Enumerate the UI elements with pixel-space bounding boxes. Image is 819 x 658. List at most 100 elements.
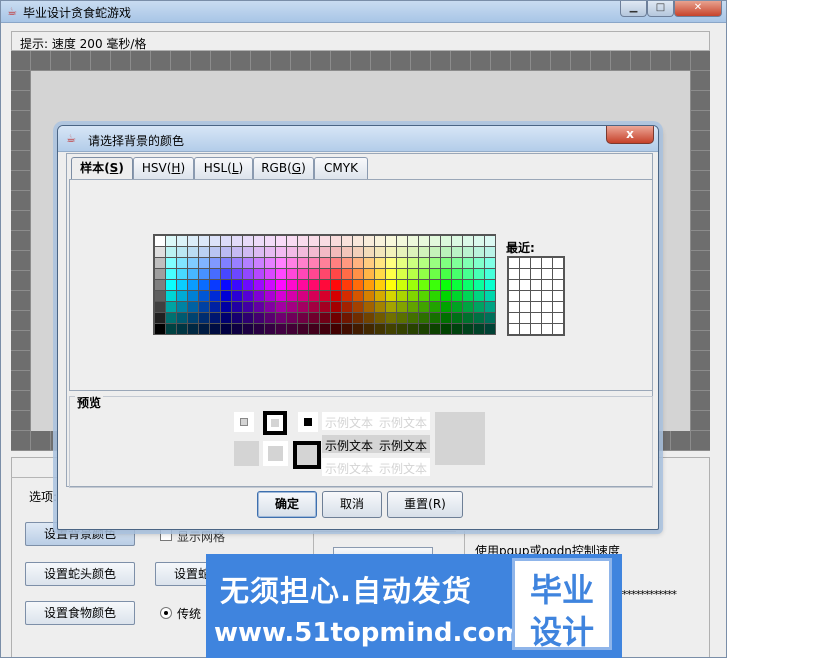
color-swatch[interactable] bbox=[298, 236, 308, 246]
color-swatch[interactable] bbox=[221, 324, 231, 334]
color-swatch[interactable] bbox=[463, 280, 473, 290]
main-titlebar[interactable]: ☕ 毕业设计贪食蛇游戏 ▁ □ ✕ bbox=[1, 1, 726, 23]
color-swatch[interactable] bbox=[166, 291, 176, 301]
recent-swatch[interactable] bbox=[542, 291, 552, 301]
minimize-button[interactable]: ▁ bbox=[620, 1, 647, 17]
color-swatch[interactable] bbox=[408, 280, 418, 290]
recent-swatch[interactable] bbox=[531, 269, 541, 279]
color-swatch[interactable] bbox=[309, 280, 319, 290]
color-swatch[interactable] bbox=[276, 258, 286, 268]
recent-swatch[interactable] bbox=[509, 280, 519, 290]
recent-swatch[interactable] bbox=[520, 280, 530, 290]
recent-swatch[interactable] bbox=[531, 324, 541, 334]
set-food-color-button[interactable]: 设置食物颜色 bbox=[25, 601, 135, 625]
color-swatch[interactable] bbox=[166, 302, 176, 312]
color-swatch[interactable] bbox=[474, 313, 484, 323]
color-swatch[interactable] bbox=[485, 280, 495, 290]
color-swatch[interactable] bbox=[331, 291, 341, 301]
color-swatch[interactable] bbox=[474, 280, 484, 290]
color-swatch[interactable] bbox=[320, 258, 330, 268]
color-swatch[interactable] bbox=[364, 247, 374, 257]
color-swatch[interactable] bbox=[254, 280, 264, 290]
color-swatch[interactable] bbox=[364, 313, 374, 323]
color-swatch[interactable] bbox=[419, 258, 429, 268]
color-swatch[interactable] bbox=[441, 324, 451, 334]
color-swatch[interactable] bbox=[265, 324, 275, 334]
color-swatch[interactable] bbox=[485, 258, 495, 268]
color-swatch[interactable] bbox=[177, 313, 187, 323]
recent-swatch[interactable] bbox=[542, 313, 552, 323]
color-swatch[interactable] bbox=[342, 236, 352, 246]
color-swatch[interactable] bbox=[364, 324, 374, 334]
color-swatch[interactable] bbox=[221, 258, 231, 268]
color-swatch[interactable] bbox=[463, 247, 473, 257]
recent-swatch[interactable] bbox=[531, 280, 541, 290]
color-swatch[interactable] bbox=[199, 247, 209, 257]
recent-swatch[interactable] bbox=[531, 258, 541, 268]
color-swatch[interactable] bbox=[177, 324, 187, 334]
recent-swatch[interactable] bbox=[509, 269, 519, 279]
color-swatch[interactable] bbox=[331, 302, 341, 312]
set-head-color-button[interactable]: 设置蛇头颜色 bbox=[25, 562, 135, 586]
color-swatch[interactable] bbox=[331, 280, 341, 290]
color-swatch[interactable] bbox=[177, 236, 187, 246]
color-swatch[interactable] bbox=[452, 280, 462, 290]
color-swatch[interactable] bbox=[408, 247, 418, 257]
color-swatch[interactable] bbox=[331, 324, 341, 334]
color-swatch[interactable] bbox=[485, 324, 495, 334]
color-swatch[interactable] bbox=[353, 313, 363, 323]
recent-swatch[interactable] bbox=[553, 258, 563, 268]
color-swatch[interactable] bbox=[309, 247, 319, 257]
color-swatch[interactable] bbox=[430, 302, 440, 312]
color-swatch[interactable] bbox=[375, 302, 385, 312]
color-swatch[interactable] bbox=[276, 236, 286, 246]
color-swatch[interactable] bbox=[309, 291, 319, 301]
color-swatch[interactable] bbox=[320, 280, 330, 290]
color-swatch[interactable] bbox=[276, 269, 286, 279]
color-swatch[interactable] bbox=[386, 269, 396, 279]
recent-swatch-grid[interactable] bbox=[507, 256, 565, 336]
color-swatch[interactable] bbox=[199, 236, 209, 246]
color-swatch[interactable] bbox=[265, 247, 275, 257]
recent-swatch[interactable] bbox=[531, 302, 541, 312]
color-swatch[interactable] bbox=[441, 236, 451, 246]
recent-swatch[interactable] bbox=[553, 291, 563, 301]
color-swatch[interactable] bbox=[199, 280, 209, 290]
recent-swatch[interactable] bbox=[520, 258, 530, 268]
color-swatch[interactable] bbox=[287, 324, 297, 334]
color-swatch[interactable] bbox=[232, 280, 242, 290]
recent-swatch[interactable] bbox=[542, 302, 552, 312]
color-swatch[interactable] bbox=[375, 280, 385, 290]
color-swatch[interactable] bbox=[452, 258, 462, 268]
color-swatch[interactable] bbox=[155, 247, 165, 257]
color-swatch[interactable] bbox=[364, 302, 374, 312]
color-swatch[interactable] bbox=[441, 258, 451, 268]
color-swatch[interactable] bbox=[353, 236, 363, 246]
color-swatch[interactable] bbox=[353, 269, 363, 279]
color-swatch[interactable] bbox=[353, 324, 363, 334]
color-swatch[interactable] bbox=[430, 269, 440, 279]
color-swatch[interactable] bbox=[342, 258, 352, 268]
color-swatch[interactable] bbox=[452, 302, 462, 312]
color-swatch[interactable] bbox=[221, 302, 231, 312]
color-swatch[interactable] bbox=[243, 269, 253, 279]
color-swatch[interactable] bbox=[243, 313, 253, 323]
recent-swatch[interactable] bbox=[542, 280, 552, 290]
color-swatch[interactable] bbox=[386, 324, 396, 334]
color-swatch[interactable] bbox=[375, 324, 385, 334]
dialog-titlebar[interactable]: ☕ 请选择背景的颜色 x bbox=[58, 126, 658, 152]
color-swatch[interactable] bbox=[210, 324, 220, 334]
color-swatch[interactable] bbox=[276, 280, 286, 290]
close-button[interactable]: ✕ bbox=[674, 1, 722, 17]
recent-swatch[interactable] bbox=[553, 280, 563, 290]
color-swatch[interactable] bbox=[331, 269, 341, 279]
color-swatch[interactable] bbox=[166, 247, 176, 257]
color-swatch[interactable] bbox=[441, 269, 451, 279]
color-swatch[interactable] bbox=[375, 247, 385, 257]
recent-swatch[interactable] bbox=[553, 313, 563, 323]
color-swatch[interactable] bbox=[474, 302, 484, 312]
color-swatch[interactable] bbox=[320, 302, 330, 312]
color-swatch[interactable] bbox=[485, 313, 495, 323]
tab-hsl[interactable]: HSL(L) bbox=[194, 157, 253, 179]
color-swatch[interactable] bbox=[232, 247, 242, 257]
